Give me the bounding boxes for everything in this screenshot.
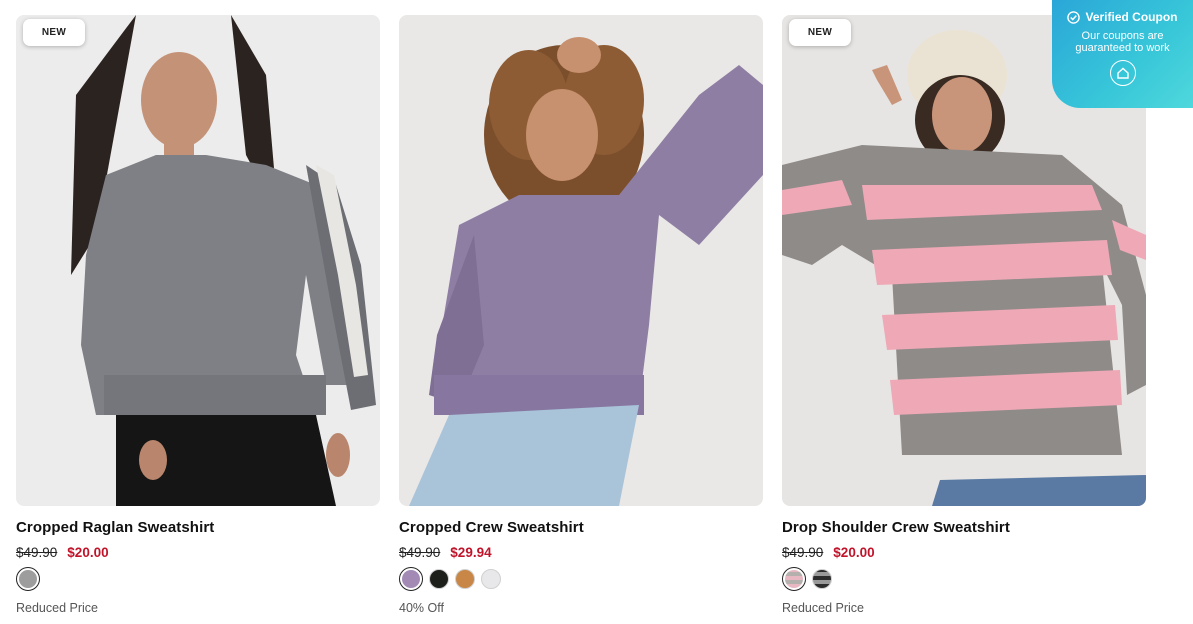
new-badge: NEW xyxy=(23,19,85,46)
price-row: $49.90 $20.00 xyxy=(16,545,380,560)
price-row: $49.90 $29.94 xyxy=(399,545,763,560)
product-image[interactable] xyxy=(399,15,763,506)
coupon-subtitle-line: guaranteed to work xyxy=(1075,42,1170,54)
color-swatch-white[interactable] xyxy=(481,569,501,589)
color-swatch-gray[interactable] xyxy=(16,567,40,591)
promo-note: Reduced Price xyxy=(16,601,98,615)
promo-note: Reduced Price xyxy=(782,601,864,615)
original-price: $49.90 xyxy=(782,545,824,560)
product-card[interactable]: NEW Cropped Raglan Sweatshirt $49.90 $20… xyxy=(16,15,380,615)
verified-coupon-widget[interactable]: Verified Coupon Our coupons are guarante… xyxy=(1052,0,1193,108)
product-title[interactable]: Cropped Raglan Sweatshirt xyxy=(16,519,380,536)
original-price: $49.90 xyxy=(399,545,441,560)
product-title[interactable]: Drop Shoulder Crew Sweatshirt xyxy=(782,519,1146,536)
color-swatches xyxy=(782,567,1146,591)
color-swatches xyxy=(16,567,380,591)
color-swatch-caramel[interactable] xyxy=(455,569,475,589)
coupon-title-row: Verified Coupon xyxy=(1052,10,1193,24)
color-swatch-pink-stripe[interactable] xyxy=(782,567,806,591)
sale-price: $20.00 xyxy=(67,545,109,560)
product-photo-crew xyxy=(399,15,763,506)
color-swatches xyxy=(399,567,763,591)
coupon-subtitle-line: Our coupons are xyxy=(1081,30,1164,42)
coupon-house-icon[interactable] xyxy=(1109,60,1136,86)
color-swatch-black[interactable] xyxy=(429,569,449,589)
check-circle-icon xyxy=(1067,10,1081,24)
new-badge: NEW xyxy=(789,19,851,46)
sale-price: $20.00 xyxy=(833,545,875,560)
product-title[interactable]: Cropped Crew Sweatshirt xyxy=(399,519,763,536)
coupon-subtitle: Our coupons are guaranteed to work xyxy=(1052,30,1193,54)
price-row: $49.90 $20.00 xyxy=(782,545,1146,560)
product-photo-raglan xyxy=(16,15,380,506)
product-image[interactable]: NEW xyxy=(16,15,380,506)
coupon-title: Verified Coupon xyxy=(1085,10,1178,24)
original-price: $49.90 xyxy=(16,545,58,560)
color-swatch-black-stripe[interactable] xyxy=(812,569,832,589)
product-grid: NEW Cropped Raglan Sweatshirt $49.90 $20… xyxy=(16,15,1146,615)
promo-note: 40% Off xyxy=(399,601,444,615)
color-swatch-lavender[interactable] xyxy=(399,567,423,591)
sale-price: $29.94 xyxy=(450,545,492,560)
product-card[interactable]: Cropped Crew Sweatshirt $49.90 $29.94 40… xyxy=(399,15,763,615)
